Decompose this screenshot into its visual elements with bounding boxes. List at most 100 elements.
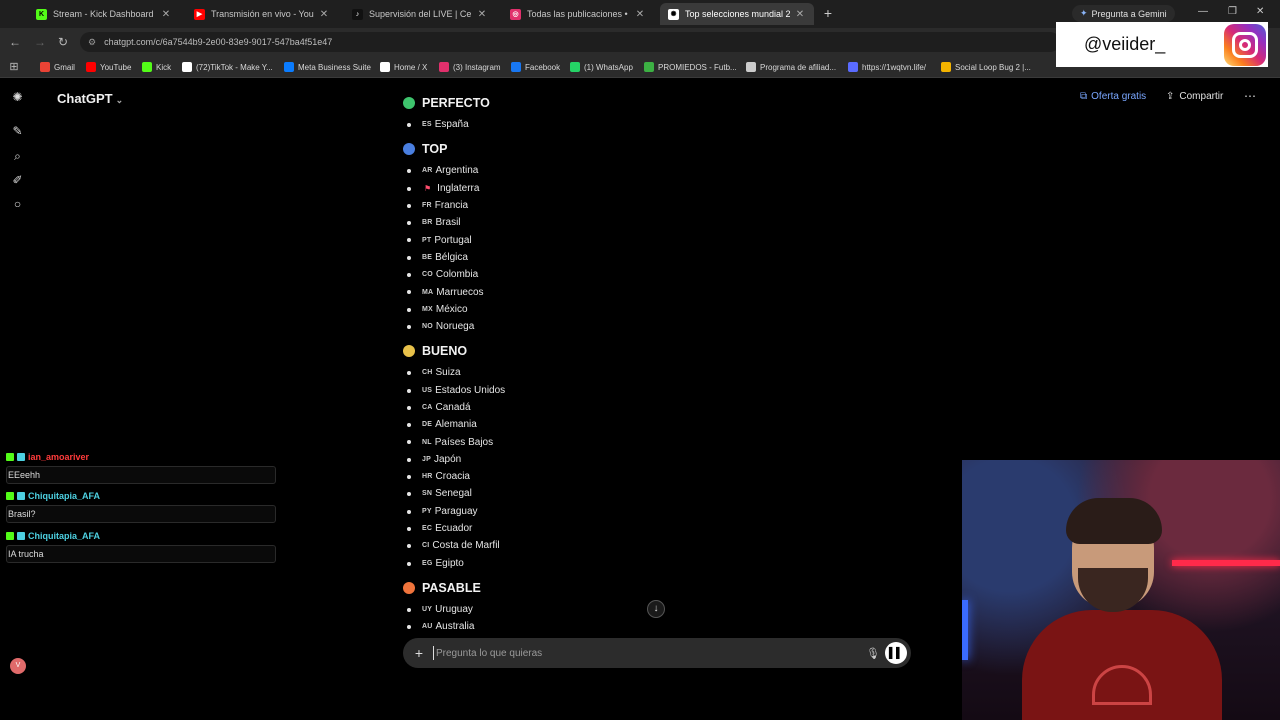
country-code: CH [422,369,433,377]
chat-username[interactable]: ian_amoariver [6,451,276,463]
list-item: PT Portugal [400,231,940,248]
subscriber-badge-icon [17,453,25,461]
tab-instagram-posts[interactable]: ◎ Todas las publicaciones • Insta ✕ [502,3,654,25]
window-close-icon[interactable]: ✕ [1256,6,1264,17]
list-item: NL Países Bajos [400,433,940,450]
bookmark-kick[interactable]: Kick [142,60,171,74]
close-icon[interactable]: ✕ [794,9,806,20]
promiedos-icon [644,62,654,72]
facebook-icon [511,62,521,72]
reload-icon[interactable]: ↻ [55,34,71,50]
tab-tiktok-live[interactable]: ♪ Supervisión del LIVE | Centro LI ✕ [344,3,496,25]
new-tab-button[interactable]: + [820,5,836,21]
country-name: Estados Unidos [435,384,506,396]
gmail-icon [40,62,50,72]
youtube-icon: ▶ [194,8,205,20]
tab-title: Supervisión del LIVE | Centro LI [369,9,472,19]
gemini-button[interactable]: ✦ Pregunta a Gemini [1072,5,1175,22]
search-icon[interactable]: ⌕ [11,150,24,163]
country-code: NO [422,323,433,331]
instagram-icon: ◎ [510,8,521,20]
country-code: PY [422,507,432,515]
openai-logo-icon[interactable]: ✺ [11,91,24,104]
country-code: BE [422,253,433,261]
section-title: BUENO [422,344,468,359]
country-code: SN [422,490,433,498]
close-icon[interactable]: ✕ [634,9,646,20]
bookmark-youtube[interactable]: YouTube [86,60,131,74]
list-item: BR Brasil [400,214,940,231]
minimize-icon[interactable]: — [1198,6,1208,17]
chat-username[interactable]: Chiquitapia_AFA [6,490,276,502]
streamer-webcam [962,460,1280,720]
chat-message: Chiquitapia_AFA IA trucha [6,530,276,563]
close-icon[interactable]: ✕ [160,9,172,20]
country-code: CI [422,542,430,550]
country-name: Brasil [435,217,461,229]
close-icon[interactable]: ✕ [476,9,488,20]
team-list: AR Argentina ⚑ Inglaterra FR Francia BR Brasil P… [400,162,940,335]
bookmark-1wqtvn[interactable]: https://1wqtvn.life/ [848,60,926,74]
country-name: Marruecos [436,286,484,298]
tab-youtube-live[interactable]: ▶ Transmisión en vivo - YouTube ✕ [186,3,338,25]
bookmark-promiedos[interactable]: PROMIEDOS - Futb... [644,60,737,74]
bookmark-social-loop[interactable]: Social Loop Bug 2 |... [941,60,1031,74]
chat-bubble-icon[interactable]: ○ [11,198,24,211]
country-name: Australia [435,621,475,633]
user-avatar[interactable]: V [10,658,26,674]
list-item: BE Bélgica [400,249,940,266]
prompt-input[interactable] [433,646,861,660]
more-options-icon[interactable]: ⋯ [1244,89,1256,103]
tiktok-icon [182,62,192,72]
country-code: CA [422,404,433,411]
list-item: PY Paraguay [400,503,940,520]
kick-icon [142,62,152,72]
country-name: Ecuador [435,523,473,535]
voice-mode-button[interactable]: ▌▌ [885,642,907,664]
microphone-icon[interactable]: 🎙 [861,647,885,660]
country-code: MA [422,288,434,296]
bookmark-tiktok[interactable]: (72)TikTok - Make Y... [182,60,273,74]
chat-username[interactable]: Chiquitapia_AFA [6,530,276,542]
close-icon[interactable]: ✕ [318,9,330,20]
country-code: DE [422,421,433,429]
chat-message-text: Brasil? [6,505,276,523]
tab-chatgpt[interactable]: ✺ Top selecciones mundial 2026 ✕ [660,3,814,25]
team-list: CH Suiza US Estados Unidos CA Canadá DE Alemani… [400,364,940,572]
list-item: CI Costa de Marfil [400,537,940,554]
country-name: México [435,303,468,315]
bookmark-facebook[interactable]: Facebook [511,60,560,74]
forward-icon[interactable]: → [32,34,48,50]
scroll-down-button[interactable]: ↓ [647,600,665,618]
apps-grid-icon[interactable]: ⊞ [6,59,22,75]
tab-kick-dashboard[interactable]: K Stream - Kick Dashboard ✕ [28,3,180,25]
country-name: Costa de Marfil [432,540,500,552]
country-name: Portugal [434,234,472,246]
gemini-label: Pregunta a Gemini [1091,8,1167,19]
section-heading: PASABLE [400,577,940,599]
add-attachment-icon[interactable]: + [405,645,433,661]
model-selector[interactable]: ChatGPT ⌄ [57,91,123,106]
offer-button[interactable]: ⧉ Oferta gratis [1080,91,1146,102]
instagram-icon [439,62,449,72]
address-bar[interactable]: ⚙ chatgpt.com/c/6a7544b9-2e00-83e9-9017-… [80,32,1060,52]
bookmark-whatsapp[interactable]: (1) WhatsApp [570,60,633,74]
share-button[interactable]: ⇪ Compartir [1166,91,1223,102]
maximize-icon[interactable]: ❐ [1228,6,1237,17]
chat-message-text: EEeehh [6,466,276,484]
section-title: TOP [422,142,448,157]
pin-icon[interactable]: ✐ [11,174,24,187]
country-name: Croacia [435,471,470,483]
bookmark-gmail[interactable]: Gmail [40,60,75,74]
bookmark-instagram[interactable]: (3) Instagram [439,60,501,74]
section-title: PERFECTO [422,96,490,110]
bookmark-afiliados[interactable]: Programa de afiliad... [746,60,836,74]
new-chat-icon[interactable]: ✎ [11,125,24,138]
subscriber-badge-icon [17,492,25,500]
share-icon: ⇪ [1166,91,1175,102]
back-icon[interactable]: ← [7,34,23,50]
country-name: Argentina [435,165,479,177]
bookmark-meta[interactable]: Meta Business Suite [284,60,371,74]
bookmark-x[interactable]: Home / X [380,60,427,74]
site-info-icon[interactable]: ⚙ [88,37,96,48]
